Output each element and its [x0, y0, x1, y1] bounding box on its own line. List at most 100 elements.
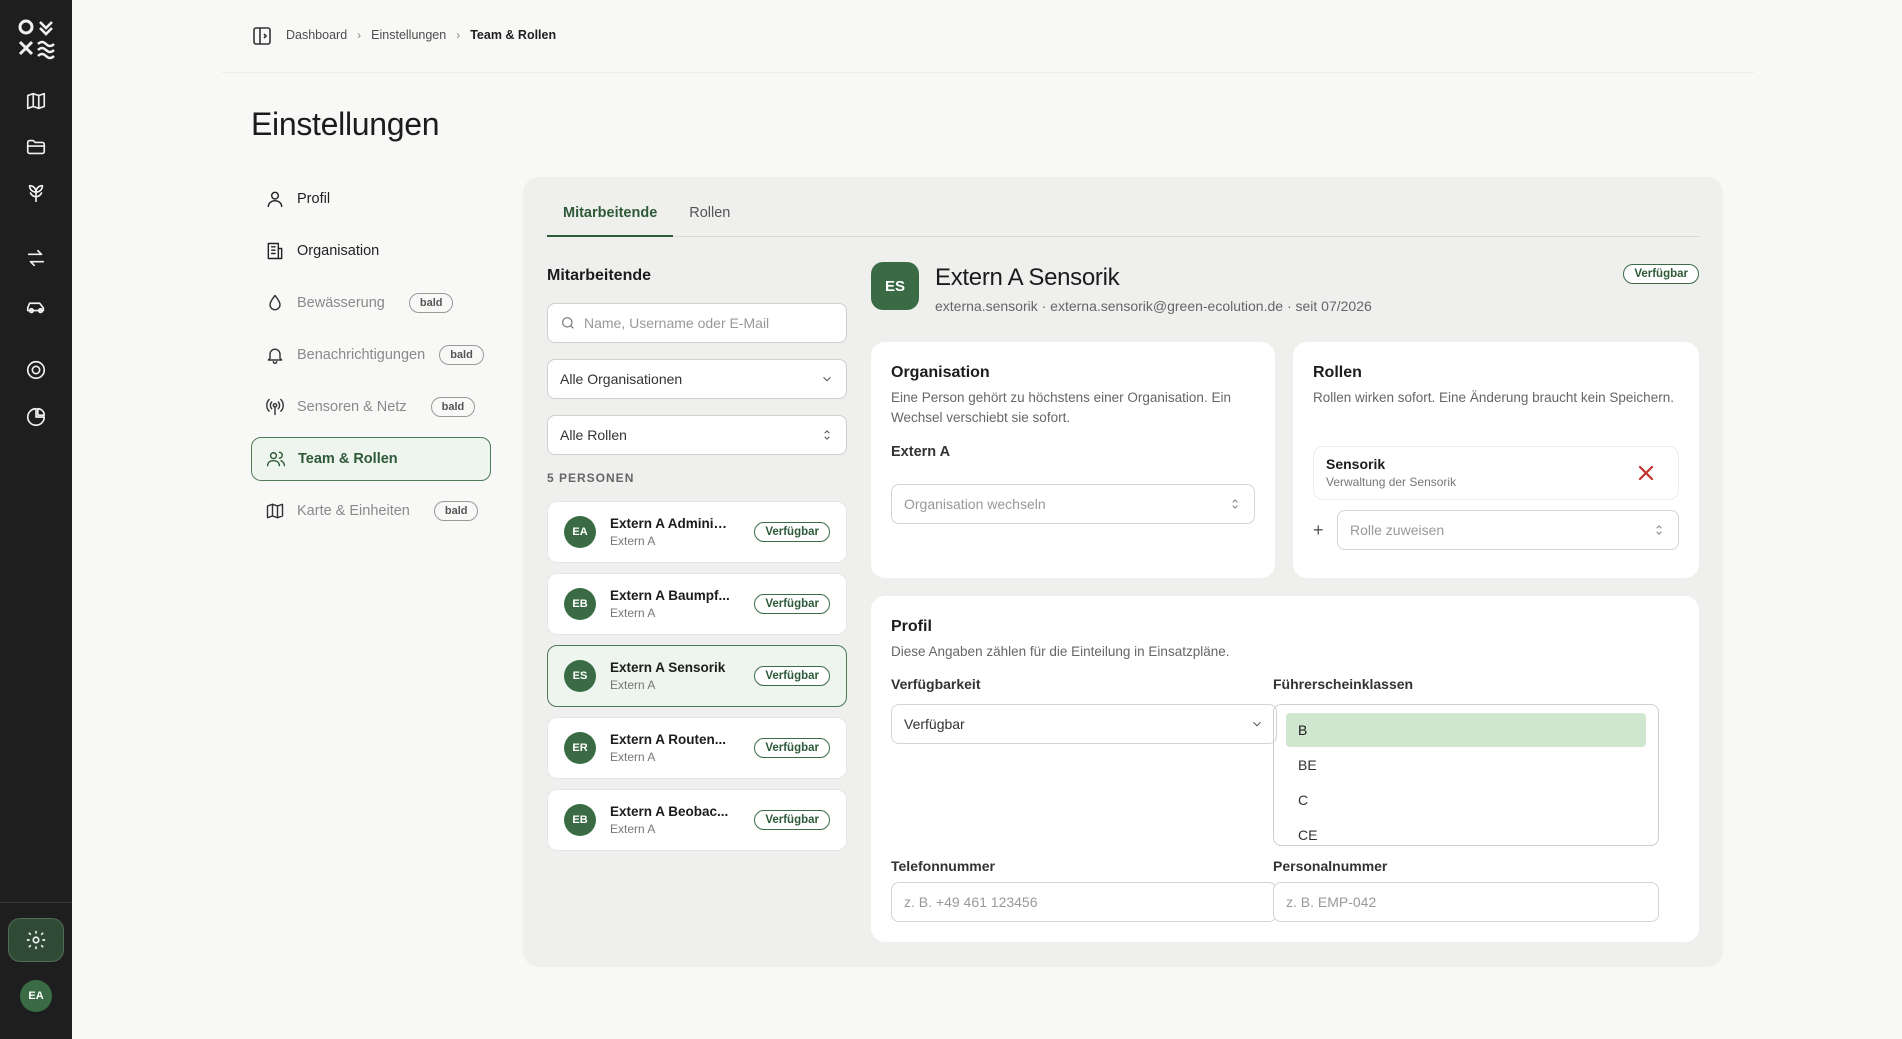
nav-label: Benachrichtigungen — [297, 347, 426, 363]
close-icon — [1638, 465, 1654, 481]
search-icon — [562, 317, 574, 329]
role-filter-select[interactable]: Alle Rollen — [547, 415, 847, 455]
chevron-updown-icon — [824, 430, 830, 440]
user-icon — [267, 191, 283, 208]
nav-label: Bewässerung — [297, 295, 385, 311]
employee-name: Extern A Beobac... — [610, 804, 729, 819]
droplet-icon — [269, 294, 281, 311]
card-description: Diese Angaben zählen für die Einteilung … — [891, 644, 1230, 659]
avatar: ER — [564, 732, 596, 764]
pie-chart-icon[interactable] — [16, 397, 56, 437]
employee-org: Extern A — [610, 606, 656, 620]
assign-role-placeholder: Rolle zuweisen — [1350, 522, 1445, 538]
staff-number-input[interactable]: z. B. EMP-042 — [1273, 882, 1659, 922]
profile-card: Profil Diese Angaben zählen für die Eint… — [871, 596, 1699, 942]
plant-icon[interactable] — [16, 173, 56, 213]
search-field[interactable]: Name, Username oder E-Mail — [547, 303, 847, 343]
nav-label: Profil — [297, 191, 331, 207]
folder-icon[interactable] — [16, 127, 56, 167]
plus-icon: + — [1313, 520, 1324, 540]
current-organisation: Extern A — [891, 444, 951, 460]
chevron-down-icon — [1253, 721, 1261, 727]
employee-card[interactable]: EA Extern A Adminis... Extern A Verfügbar — [547, 501, 847, 563]
tab-mitarbeitende[interactable]: Mitarbeitende — [547, 201, 674, 237]
staff-number-label: Personalnummer — [1273, 858, 1388, 874]
chevron-down-icon — [823, 376, 831, 382]
breadcrumb-einstellungen[interactable]: Einstellungen — [371, 28, 446, 42]
rail-divider — [0, 902, 72, 903]
settings-nav-sensoren[interactable]: Sensoren & Netz bald — [251, 385, 491, 429]
assigned-role: Sensorik Verwaltung der Sensorik — [1313, 446, 1679, 500]
antenna-icon — [266, 398, 284, 416]
phone-input[interactable]: z. B. +49 461 123456 — [891, 882, 1277, 922]
license-option-b[interactable]: B — [1286, 713, 1646, 747]
vehicle-icon[interactable] — [16, 286, 56, 326]
avatar: EB — [564, 588, 596, 620]
employee-org: Extern A — [610, 534, 656, 548]
organisation-select-placeholder: Organisation wechseln — [904, 496, 1046, 512]
license-option-c[interactable]: C — [1286, 783, 1646, 817]
employee-name: Extern A Baumpf... — [610, 588, 730, 603]
target-icon[interactable] — [16, 350, 56, 390]
employee-card[interactable]: EB Extern A Beobac... Extern A Verfügbar — [547, 789, 847, 851]
bell-icon — [267, 348, 283, 364]
chevron-right-icon: › — [357, 28, 362, 42]
employee-card[interactable]: EB Extern A Baumpf... Extern A Verfügbar — [547, 573, 847, 635]
settings-nav-karte[interactable]: Karte & Einheiten bald — [251, 489, 491, 533]
tab-rollen[interactable]: Rollen — [673, 201, 746, 237]
org-filter-select[interactable]: Alle Organisationen — [547, 359, 847, 399]
settings-nav-team-rollen[interactable]: Team & Rollen — [251, 437, 491, 481]
employee-name: Extern A Adminis... — [610, 516, 732, 531]
organisation-card: Organisation Eine Person gehört zu höchs… — [871, 342, 1275, 578]
avatar: EA — [564, 516, 596, 548]
settings-nav-bewaesserung[interactable]: Bewässerung bald — [251, 281, 491, 325]
employee-card-selected[interactable]: ES Extern A Sensorik Extern A Verfügbar — [547, 645, 847, 707]
employee-name: Extern A Sensorik — [610, 660, 726, 675]
building-icon — [267, 242, 283, 260]
detail-avatar: ES — [871, 262, 919, 310]
assign-role-select[interactable]: Rolle zuweisen — [1337, 510, 1679, 550]
person-count: 5 PERSONEN — [547, 471, 635, 485]
map-icon[interactable] — [16, 81, 56, 121]
swap-icon[interactable] — [16, 238, 56, 278]
role-title: Sensorik — [1326, 456, 1386, 472]
role-filter-value: Alle Rollen — [560, 427, 627, 443]
card-description: Eine Person gehört zu höchstens einer Or… — [891, 390, 1231, 425]
user-avatar[interactable]: EA — [20, 980, 52, 1012]
breadcrumb: Dashboard › Einstellungen › Team & Rolle… — [286, 28, 556, 42]
settings-nav-organisation[interactable]: Organisation — [251, 229, 491, 273]
breadcrumb-dashboard[interactable]: Dashboard — [286, 28, 347, 42]
settings-nav-benachrichtigungen[interactable]: Benachrichtigungen bald — [251, 333, 491, 377]
roles-card: Rollen Rollen wirken sofort. Eine Änderu… — [1293, 342, 1699, 578]
chevron-updown-icon — [1232, 499, 1238, 509]
status-badge: Verfügbar — [754, 738, 830, 758]
sidebar-toggle-button[interactable] — [252, 26, 272, 46]
search-input[interactable]: Name, Username oder E-Mail — [584, 315, 769, 331]
chevron-updown-icon — [1656, 525, 1662, 535]
status-badge: Verfügbar — [754, 810, 830, 830]
team-panel: Mitarbeitende Rollen Mitarbeitende Name,… — [523, 177, 1723, 967]
app-logo[interactable] — [16, 16, 56, 60]
employee-card[interactable]: ER Extern A Routen... Extern A Verfügbar — [547, 717, 847, 779]
nav-label: Team & Rollen — [298, 451, 398, 467]
avatar: EB — [564, 804, 596, 836]
detail-meta: externa.sensorik · externa.sensorik@gree… — [935, 298, 1372, 314]
phone-label: Telefonnummer — [891, 858, 995, 874]
employee-org: Extern A — [610, 822, 656, 836]
avatar: ES — [564, 660, 596, 692]
panel-icon — [253, 27, 271, 45]
status-badge: Verfügbar — [754, 594, 830, 614]
settings-nav: Profil Organisation Bewässerung bald Ben… — [251, 177, 491, 541]
license-option-ce[interactable]: CE — [1286, 818, 1646, 845]
remove-role-button[interactable] — [1636, 463, 1656, 483]
settings-nav-profil[interactable]: Profil — [251, 177, 491, 221]
license-option-be[interactable]: BE — [1286, 748, 1646, 782]
card-description: Rollen wirken sofort. Eine Änderung brau… — [1313, 390, 1674, 405]
settings-button[interactable] — [8, 918, 64, 962]
availability-select[interactable]: Verfügbar — [891, 704, 1277, 744]
soon-badge: bald — [430, 397, 476, 417]
organisation-select[interactable]: Organisation wechseln — [891, 484, 1255, 524]
license-listbox[interactable]: B BE C CE — [1273, 704, 1659, 846]
soon-badge: bald — [439, 345, 484, 365]
employee-org: Extern A — [610, 750, 656, 764]
